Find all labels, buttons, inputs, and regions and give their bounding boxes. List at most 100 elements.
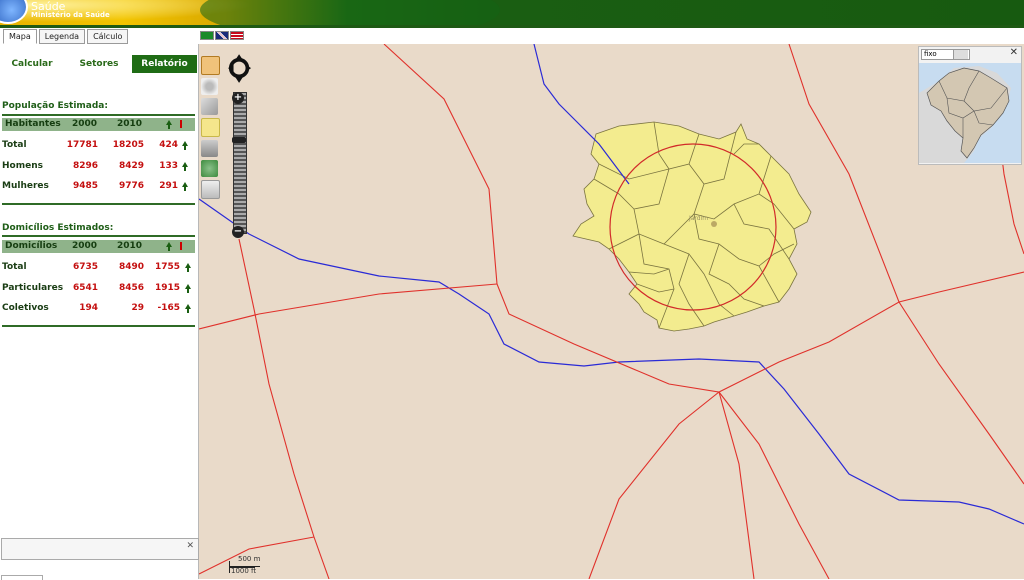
- value-2000: 8296: [72, 161, 98, 171]
- zoom-control: + −: [228, 54, 254, 240]
- header-banner: Saúde Ministério da Saúde: [0, 0, 1024, 25]
- row-label: Total: [2, 140, 27, 150]
- road-lines: [199, 44, 1024, 579]
- zoom-slider[interactable]: [233, 92, 247, 234]
- value-diff: 133: [159, 161, 178, 171]
- overview-map[interactable]: fixo ✕: [918, 46, 1022, 165]
- value-diff: 424: [159, 140, 178, 150]
- value-2010: 18205: [112, 140, 144, 150]
- chevron-down-icon: [953, 50, 968, 59]
- row-label: Homens: [2, 161, 43, 171]
- up-arrow-icon: [164, 119, 172, 129]
- value-2000: 6541: [72, 283, 98, 293]
- relatorio-button[interactable]: Relatório: [132, 55, 197, 73]
- pan-tool-icon[interactable]: [201, 56, 220, 75]
- value-2010: 9776: [118, 181, 144, 191]
- close-icon[interactable]: ✕: [186, 541, 194, 551]
- row-label: Mulheres: [2, 181, 49, 191]
- value-2000: 17781: [66, 140, 98, 150]
- down-arrow-icon: [176, 119, 182, 130]
- header-2000: 2000: [72, 241, 98, 251]
- value-2000: 194: [79, 303, 98, 313]
- main-tabs: Mapa Legenda Cálculo: [3, 29, 129, 44]
- overview-select-value: fixo: [924, 50, 937, 58]
- info-panel: ✕: [1, 538, 199, 560]
- up-arrow-icon: [183, 283, 191, 293]
- value-2010: 8456: [118, 283, 144, 293]
- up-arrow-icon: [180, 181, 188, 191]
- up-arrow-icon: [180, 161, 188, 171]
- tab-mapa[interactable]: Mapa: [3, 29, 37, 44]
- domicilios-table-header: Domicílios 2000 2010: [2, 240, 195, 253]
- zoom-in-button[interactable]: +: [232, 92, 244, 104]
- table-row: Total 17781 18205 424: [2, 139, 195, 153]
- header-2000: 2000: [72, 119, 98, 129]
- divider: [2, 235, 195, 237]
- down-arrow-icon: [176, 241, 182, 252]
- info-tool-icon[interactable]: [201, 98, 218, 115]
- value-2010: 29: [131, 303, 144, 313]
- row-label: Particulares: [2, 283, 64, 293]
- table-row: Coletivos 194 29 -165: [2, 302, 195, 316]
- header-label: Habitantes: [5, 119, 61, 129]
- up-arrow-icon: [180, 140, 188, 150]
- overview-select[interactable]: fixo: [921, 49, 970, 60]
- divider: [2, 203, 195, 205]
- pan-control-icon[interactable]: [228, 54, 252, 84]
- close-icon[interactable]: ✕: [1010, 47, 1018, 58]
- divider: [2, 325, 195, 327]
- layers-icon[interactable]: [201, 180, 220, 199]
- up-arrow-icon: [183, 303, 191, 313]
- value-2010: 8429: [118, 161, 144, 171]
- header-label: Domicílios: [5, 241, 58, 251]
- table-row: Total 6735 8490 1755: [2, 261, 195, 275]
- zoom-out-button[interactable]: −: [232, 226, 244, 238]
- row-label: Coletivos: [2, 303, 49, 313]
- value-diff: 1755: [154, 262, 180, 272]
- table-row: Particulares 6541 8456 1915: [2, 282, 195, 296]
- map-toolbar: [201, 56, 221, 202]
- flag-uk-icon[interactable]: [215, 31, 229, 40]
- domicilios-title: Domicílios Estimados:: [2, 223, 114, 233]
- value-2000: 6735: [72, 262, 98, 272]
- tab-legenda[interactable]: Legenda: [38, 29, 86, 44]
- value-diff: 291: [159, 181, 178, 191]
- refresh-icon[interactable]: [201, 160, 218, 177]
- table-row: Mulheres 9485 9776 291: [2, 180, 195, 194]
- banner-wave: [200, 0, 500, 25]
- populacao-table-header: Habitantes 2000 2010: [2, 118, 195, 131]
- calcular-button[interactable]: Calcular: [4, 55, 60, 73]
- up-arrow-icon: [164, 241, 172, 251]
- brazil-map-icon: [919, 63, 1021, 163]
- zoom-box-icon[interactable]: [201, 78, 218, 95]
- flag-spain-icon[interactable]: [230, 31, 244, 40]
- value-diff: -165: [157, 303, 180, 313]
- comment-icon[interactable]: [201, 118, 220, 137]
- scale-top-label: 500 m: [238, 555, 261, 563]
- census-sectors: [572, 121, 812, 332]
- flag-brazil-icon[interactable]: [200, 31, 214, 40]
- language-flags: [200, 31, 244, 40]
- action-bar: Calcular Setores Relatório: [0, 55, 198, 73]
- tab-calculo[interactable]: Cálculo: [87, 29, 129, 44]
- header-2010: 2010: [117, 119, 143, 129]
- header-2010: 2010: [117, 241, 143, 251]
- scale-bottom-label: 1000 ft: [231, 567, 257, 575]
- river-line: [199, 44, 1024, 525]
- up-arrow-icon: [183, 262, 191, 272]
- map-canvas[interactable]: Jardim: [199, 44, 1024, 579]
- place-label: Jardim: [688, 215, 708, 222]
- table-row: Homens 8296 8429 133: [2, 160, 195, 174]
- setores-button[interactable]: Setores: [70, 55, 128, 73]
- banner-subtitle: Ministério da Saúde: [31, 11, 110, 19]
- populacao-title: População Estimada:: [2, 101, 108, 111]
- value-2000: 9485: [72, 181, 98, 191]
- map-svg: Jardim: [199, 44, 1024, 579]
- print-icon[interactable]: [201, 140, 218, 157]
- zoom-slider-handle[interactable]: [232, 137, 246, 143]
- divider: [2, 114, 195, 116]
- bottom-tab[interactable]: [1, 575, 43, 580]
- value-2010: 8490: [118, 262, 144, 272]
- scale-bar: 500 m 1000 ft: [227, 555, 287, 576]
- banner-bottom-bar: [0, 25, 1024, 28]
